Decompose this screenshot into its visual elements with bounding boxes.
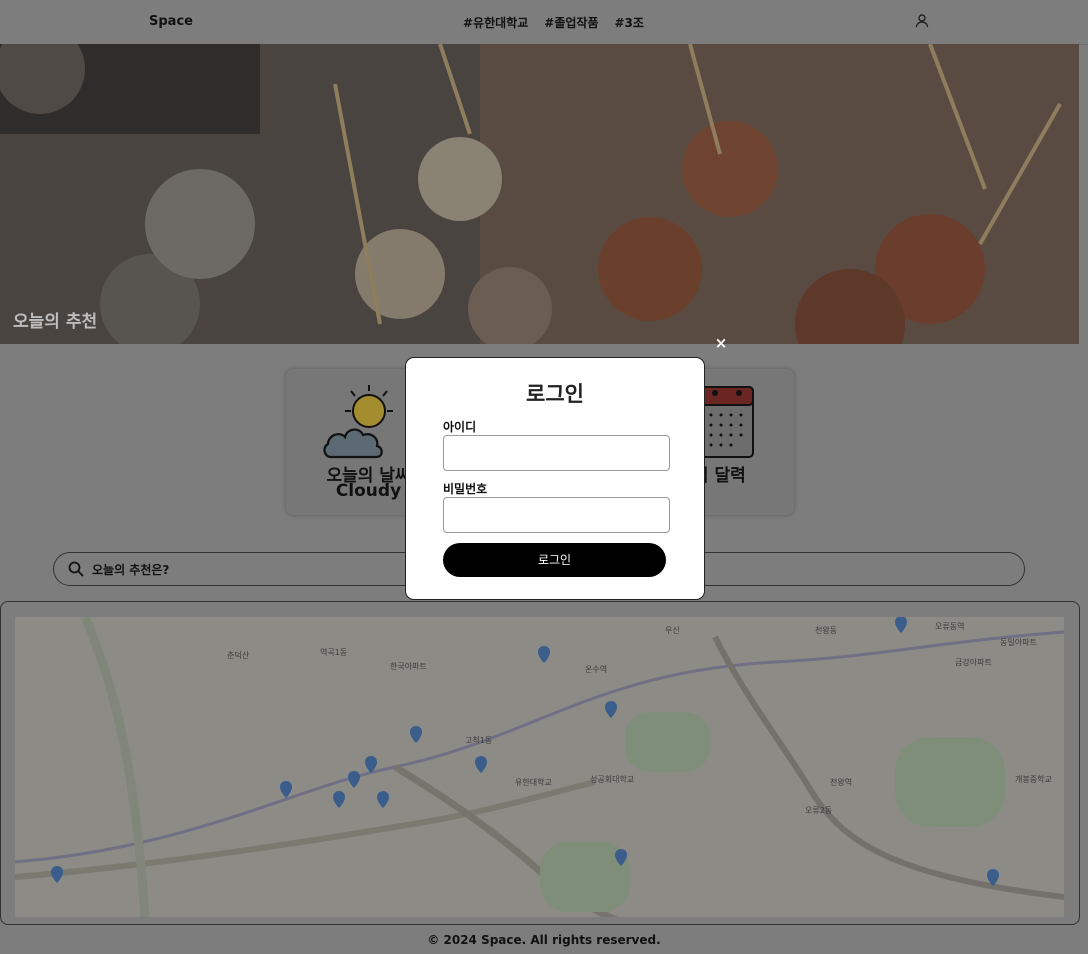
cloud-sun-icon [323, 385, 393, 459]
map-label: 동일아파트 [1000, 638, 1037, 647]
map-container: 역곡1동 춘덕산 한국아파트 천왕역 오류2동 온수역 유한대학교 성공회대학교… [0, 601, 1080, 925]
nav-item-team[interactable]: #3조 [614, 14, 643, 31]
map-label: 온수역 [585, 665, 608, 674]
id-input[interactable] [443, 435, 670, 471]
modal-title: 로그인 [526, 382, 584, 406]
hero-food-image [0, 44, 1079, 344]
close-icon[interactable]: × [713, 335, 729, 351]
map-label: 우신 [665, 626, 680, 635]
map-label: 천왕동 [815, 626, 838, 635]
nav-item-yuhan[interactable]: #유한대학교 [463, 14, 528, 31]
hero-title: 오늘의 추천 [13, 312, 98, 332]
calendar-icon [700, 386, 754, 458]
map-label: 오류동역 [935, 622, 965, 631]
hero-banner [0, 44, 1079, 344]
map-label: 한국아파트 [390, 662, 427, 671]
map-view[interactable]: 역곡1동 춘덕산 한국아파트 천왕역 오류2동 온수역 유한대학교 성공회대학교… [15, 617, 1064, 917]
map-label: 금강아파트 [955, 658, 992, 667]
map-label: 성공회대학교 [590, 775, 635, 784]
search-icon [68, 561, 84, 577]
header: Space #유한대학교 #졸업작품 #3조 [0, 0, 1088, 45]
footer: © 2024 Space. All rights reserved. [427, 933, 661, 947]
map-label: 천왕역 [830, 778, 853, 787]
map-label: 춘덕산 [227, 651, 250, 660]
login-button[interactable]: 로그인 [443, 543, 666, 577]
password-label: 비밀번호 [443, 482, 488, 496]
map-label: 오류2동 [805, 806, 833, 815]
main-nav: #유한대학교 #졸업작품 #3조 [463, 14, 644, 31]
map-label: 개봉중학교 [1015, 775, 1052, 784]
brand-logo[interactable]: Space [149, 14, 193, 29]
map-label: 고척1동 [465, 736, 493, 745]
map-label: 유한대학교 [515, 778, 552, 787]
user-icon[interactable] [915, 14, 929, 28]
map-label: 역곡1동 [320, 648, 348, 657]
password-input[interactable] [443, 497, 670, 533]
nav-item-graduation[interactable]: #졸업작품 [544, 14, 598, 31]
id-label: 아이디 [443, 420, 477, 434]
login-modal: 로그인 아이디 비밀번호 로그인 [405, 357, 705, 600]
map-canvas[interactable] [15, 617, 1064, 917]
